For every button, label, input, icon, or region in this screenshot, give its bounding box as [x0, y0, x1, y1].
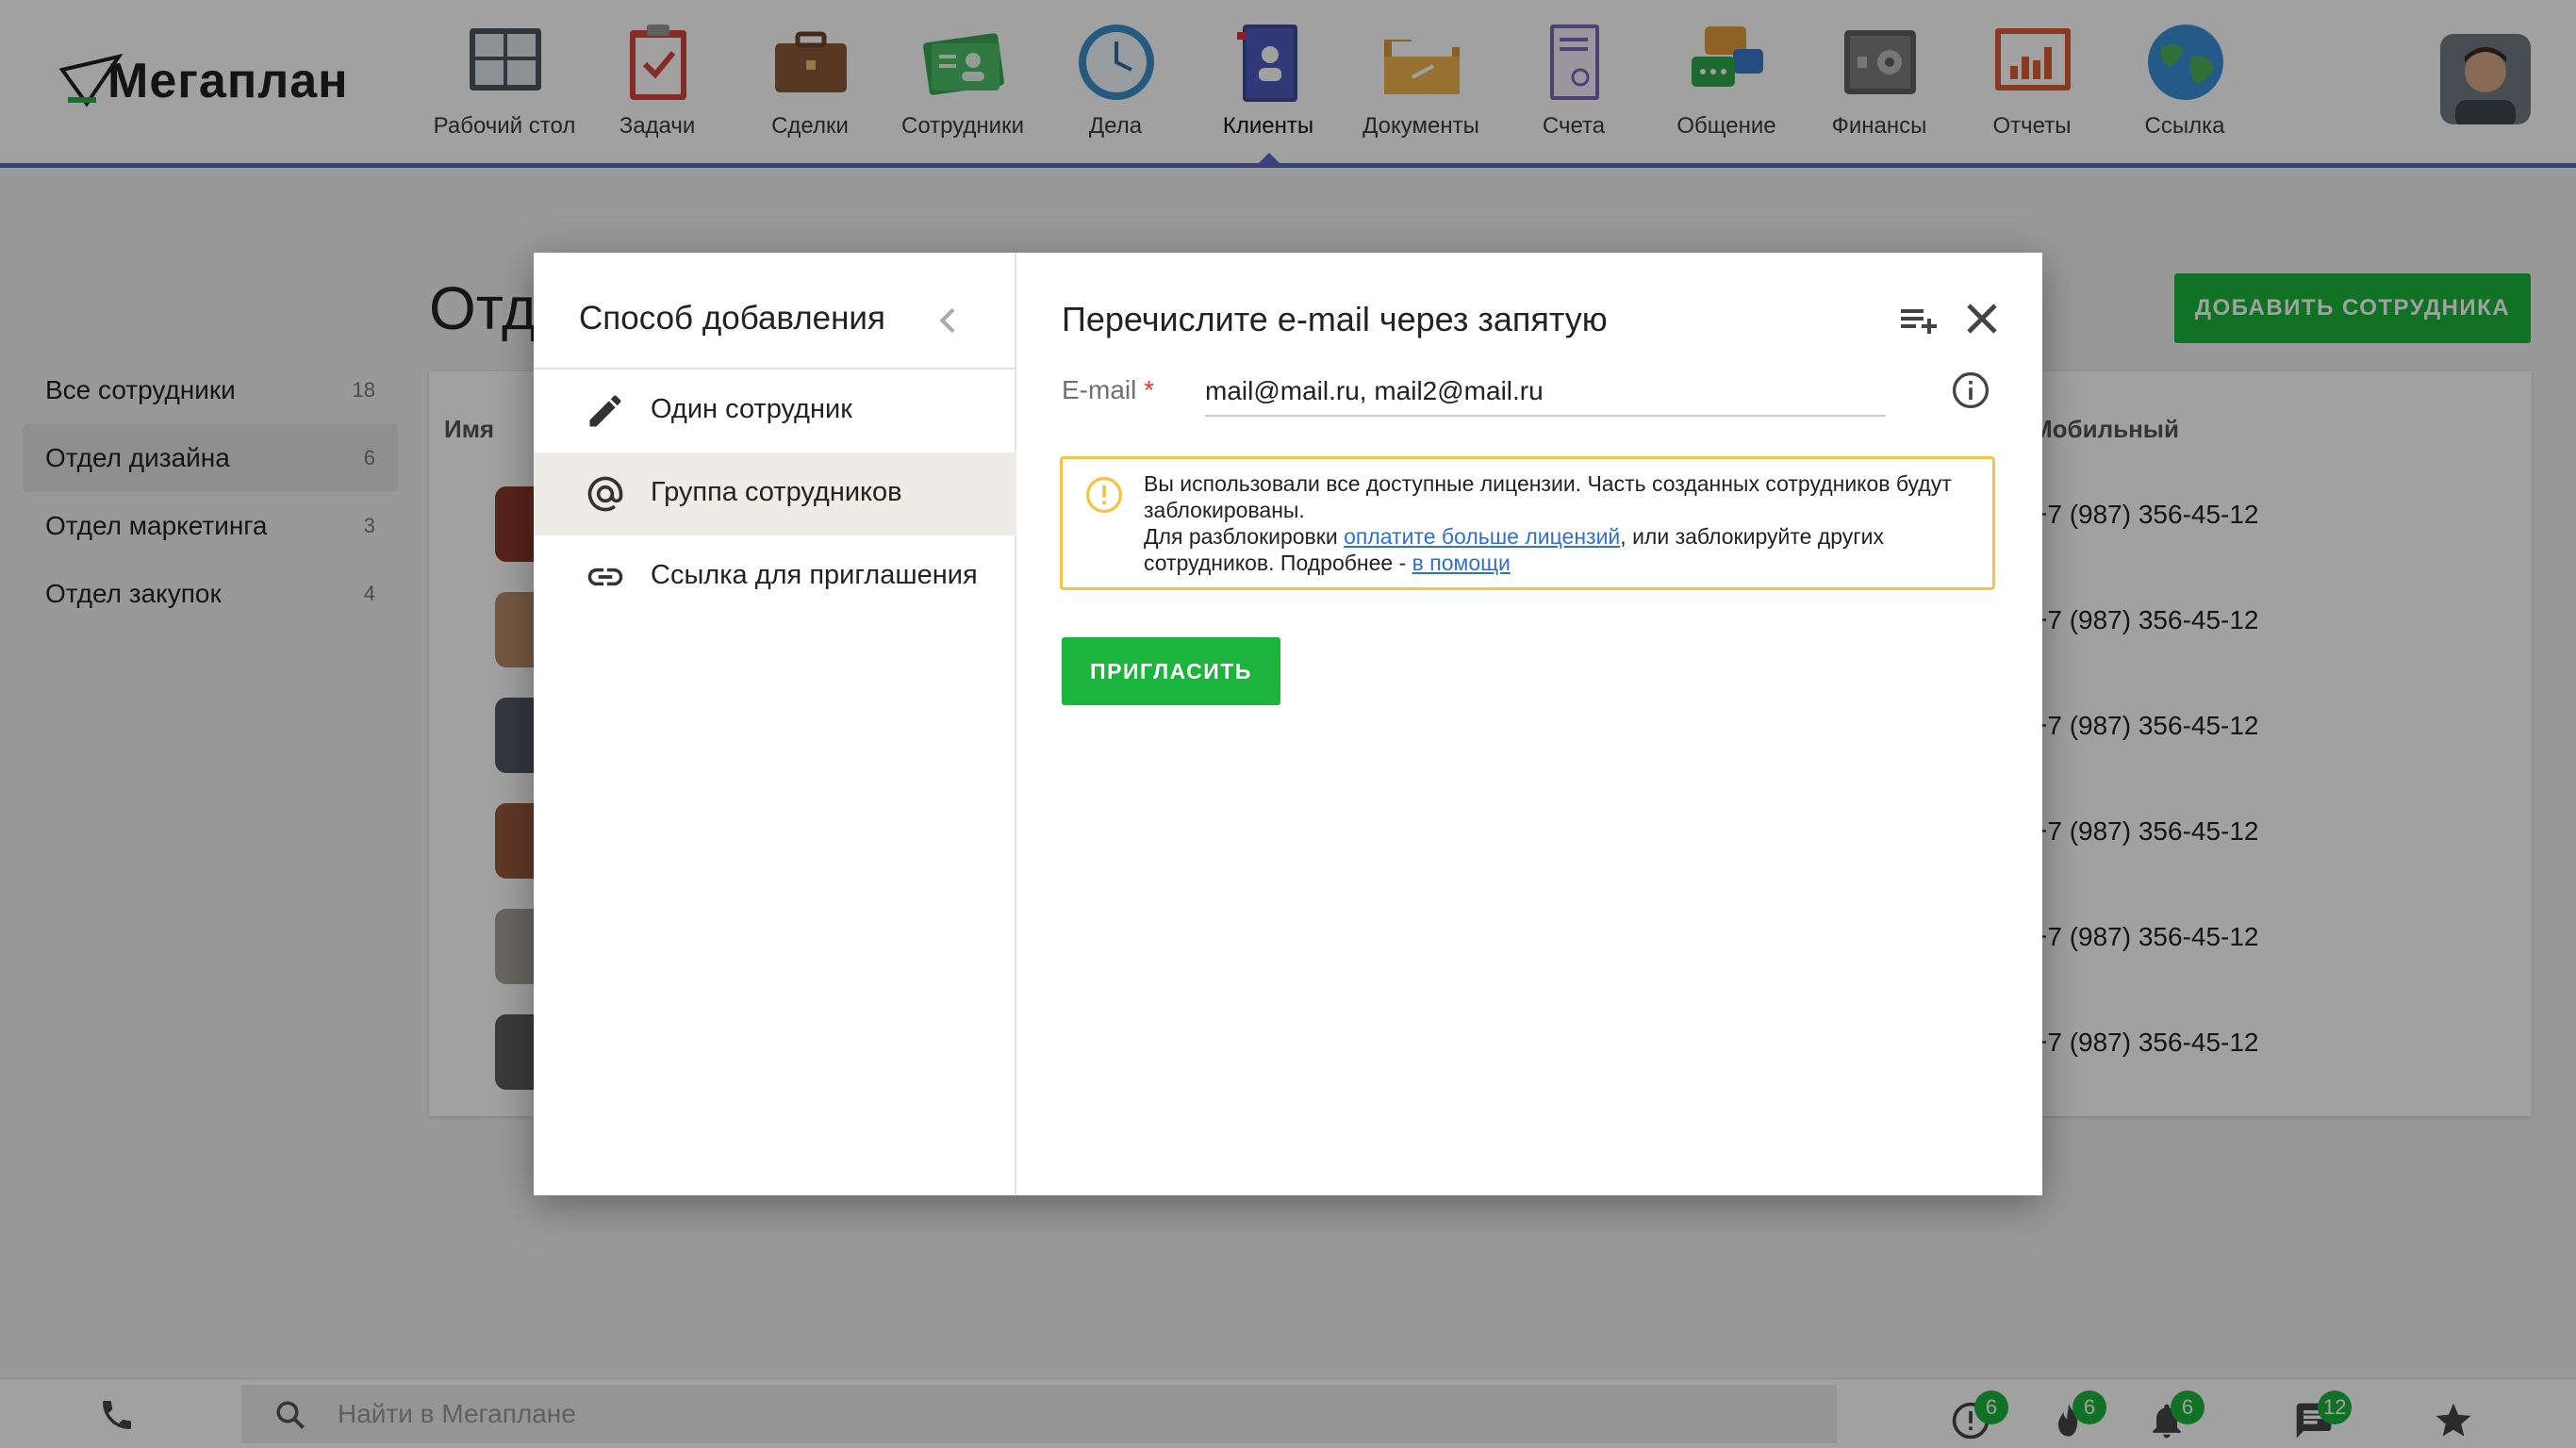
buy-licenses-link[interactable]: оплатите больше лицензий — [1344, 524, 1620, 549]
pencil-icon — [589, 395, 621, 427]
invite-button[interactable]: ПРИГЛАСИТЬ — [1062, 637, 1280, 705]
method-single-employee[interactable]: Один сотрудник — [534, 370, 1016, 452]
license-warning: Вы использовали все доступные лицензии. … — [1060, 456, 1995, 590]
email-input[interactable] — [1205, 368, 1886, 417]
warning-line-1: Вы использовали все доступные лицензии. … — [1144, 471, 1952, 522]
warning-text: Вы использовали все доступные лицензии. … — [1144, 470, 1983, 576]
at-sign-icon — [587, 476, 623, 512]
add-method-panel: Способ добавления Один сотрудник Группа … — [534, 253, 1016, 1195]
help-link[interactable]: в помощи — [1412, 551, 1511, 575]
method-label: Один сотрудник — [651, 394, 852, 424]
info-icon[interactable] — [1950, 370, 1991, 411]
email-field-label: E-mail * — [1062, 375, 1154, 405]
method-employee-group[interactable]: Группа сотрудников — [534, 452, 1016, 535]
add-employee-dialog: Способ добавления Один сотрудник Группа … — [534, 253, 2042, 1195]
method-label: Ссылка для приглашения — [651, 560, 978, 590]
form-title: Перечислите e-mail через запятую — [1062, 300, 1608, 338]
link-icon — [587, 568, 623, 586]
required-mark: * — [1144, 375, 1155, 404]
warning-icon — [1085, 476, 1123, 514]
add-method-title: Способ добавления — [579, 300, 885, 337]
email-label-text: E-mail — [1062, 375, 1137, 404]
chevron-left-icon[interactable] — [930, 302, 967, 339]
playlist-add-icon[interactable] — [1895, 298, 1940, 343]
group-invite-form: Перечислите e-mail через запятую E-mail … — [1016, 253, 2042, 1195]
method-label: Группа сотрудников — [651, 477, 902, 507]
method-invite-link[interactable]: Ссылка для приглашения — [534, 535, 1016, 618]
warning-line-2: Для разблокировки — [1144, 524, 1345, 549]
close-icon[interactable] — [1959, 296, 2005, 341]
